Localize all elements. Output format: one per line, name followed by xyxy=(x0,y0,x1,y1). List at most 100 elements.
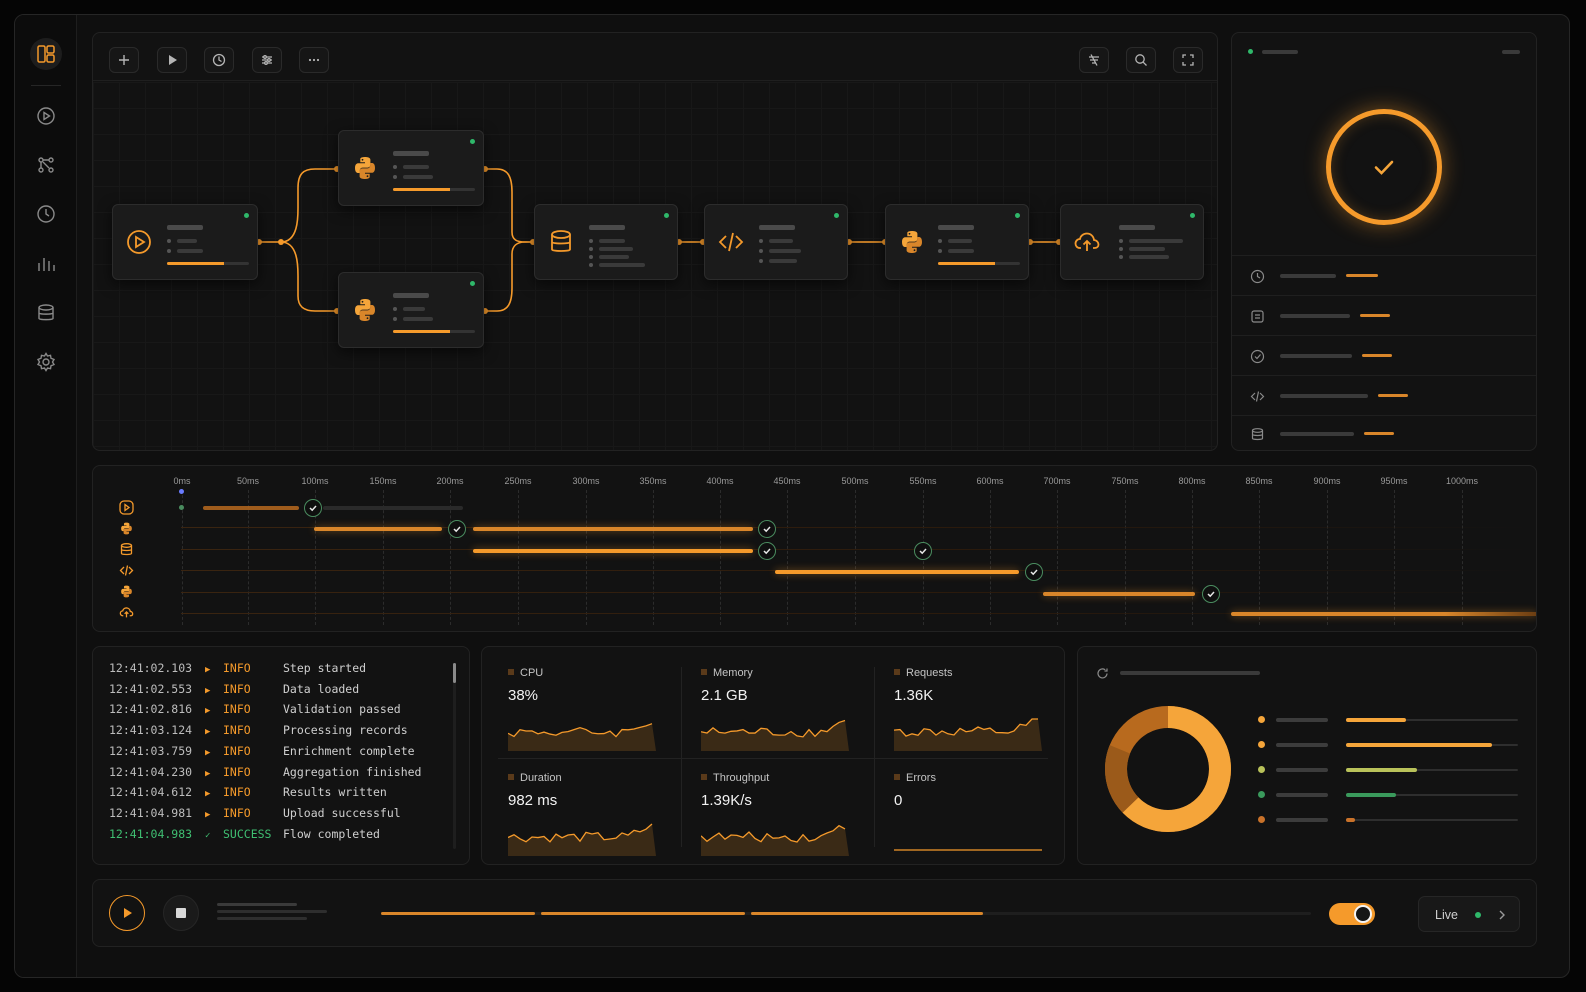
flow-node-python-a[interactable] xyxy=(338,130,484,206)
timeline-bar[interactable] xyxy=(203,506,299,510)
playhead-marker[interactable] xyxy=(179,489,184,494)
live-toggle[interactable] xyxy=(1329,903,1375,925)
workflow-icon[interactable] xyxy=(30,149,62,181)
database-icon[interactable] xyxy=(30,297,62,329)
flow-node-python-b[interactable] xyxy=(338,272,484,348)
timeline-tick-label: 250ms xyxy=(504,476,532,486)
flow-node-database[interactable] xyxy=(534,204,678,280)
legend-item[interactable] xyxy=(1258,765,1528,775)
refresh-icon[interactable] xyxy=(1096,667,1109,680)
cloud-upload-icon xyxy=(119,607,134,618)
node-progress xyxy=(393,188,475,191)
metric-throughput[interactable]: Throughput 1.39K/s xyxy=(691,764,871,864)
node-title-placeholder xyxy=(167,225,203,230)
layout-icon[interactable] xyxy=(30,38,62,70)
settings-icon[interactable] xyxy=(30,346,62,378)
flow-node-trigger[interactable] xyxy=(112,204,258,280)
play-button[interactable] xyxy=(109,895,145,931)
timeline-tick-label: 750ms xyxy=(1111,476,1139,486)
filter-button[interactable] xyxy=(1079,47,1109,73)
timeline-bar[interactable] xyxy=(775,570,1019,574)
live-button[interactable]: Live xyxy=(1418,896,1520,932)
fullscreen-button[interactable] xyxy=(1173,47,1203,73)
metric-errors[interactable]: Errors 0 xyxy=(884,764,1064,864)
timeline-bar-running[interactable] xyxy=(1231,612,1536,616)
legend-item[interactable] xyxy=(1258,790,1528,800)
log-line[interactable]: 12:41:02.553 ▶ INFO Data loaded xyxy=(109,682,359,696)
metric-value: 0 xyxy=(894,792,903,809)
log-scroll-thumb[interactable] xyxy=(453,663,456,683)
log-line[interactable]: 12:41:04.981 ▶ INFO Upload successful xyxy=(109,806,401,820)
log-line[interactable]: 12:41:02.103 ▶ INFO Step started xyxy=(109,661,366,675)
chart-icon[interactable] xyxy=(30,248,62,280)
legend-item[interactable] xyxy=(1258,815,1528,825)
timeline-gridline xyxy=(990,490,991,625)
detail-row-duration[interactable] xyxy=(1232,255,1536,295)
legend-bar-track xyxy=(1346,718,1518,722)
clock-icon[interactable] xyxy=(30,198,62,230)
legend-item[interactable] xyxy=(1258,715,1528,725)
step-complete-check xyxy=(1025,563,1043,581)
flow-node-python-c[interactable] xyxy=(885,204,1029,280)
add-button[interactable] xyxy=(109,47,139,73)
detail-row-code[interactable] xyxy=(1232,375,1536,415)
timeline-bar[interactable] xyxy=(1043,592,1195,596)
metric-duration[interactable]: Duration 982 ms xyxy=(498,764,678,864)
playback-progress[interactable] xyxy=(381,912,1311,915)
metric-cpu[interactable]: CPU 38% xyxy=(498,659,678,759)
search-icon xyxy=(1135,54,1147,66)
stop-icon xyxy=(176,908,186,918)
stop-button[interactable] xyxy=(163,895,199,931)
log-message: Flow completed xyxy=(283,826,380,841)
panel-title-placeholder xyxy=(1262,50,1298,54)
log-scrollbar[interactable] xyxy=(453,663,456,849)
search-button[interactable] xyxy=(1126,47,1156,73)
flow-node-upload[interactable] xyxy=(1060,204,1204,280)
log-line[interactable]: 12:41:03.759 ▶ INFO Enrichment complete xyxy=(109,744,415,758)
metric-memory[interactable]: Memory 2.1 GB xyxy=(691,659,871,759)
more-icon xyxy=(308,58,320,62)
timeline-tick-label: 800ms xyxy=(1178,476,1206,486)
bullet xyxy=(393,317,397,321)
settings-sliders-button[interactable] xyxy=(252,47,282,73)
detail-row-storage[interactable] xyxy=(1232,415,1536,450)
python-icon xyxy=(121,585,132,598)
play-circle-icon[interactable] xyxy=(30,100,62,132)
bullet xyxy=(393,175,397,179)
run-button[interactable] xyxy=(157,47,187,73)
list-icon xyxy=(1251,310,1264,323)
metric-requests[interactable]: Requests 1.36K xyxy=(884,659,1064,759)
panel-action-placeholder xyxy=(1502,50,1520,54)
canvas-area[interactable] xyxy=(93,82,1217,450)
detail-row-status[interactable] xyxy=(1232,335,1536,375)
timeline-bar[interactable] xyxy=(314,527,442,531)
timeline-bar[interactable] xyxy=(473,549,753,553)
python-icon xyxy=(121,522,132,535)
node-line-placeholder xyxy=(599,247,633,251)
detail-row-steps[interactable] xyxy=(1232,295,1536,335)
more-button[interactable] xyxy=(299,47,329,73)
metrics-divider xyxy=(874,667,875,847)
timeline-tick-label: 300ms xyxy=(572,476,600,486)
status-dot xyxy=(664,213,669,218)
flow-node-code[interactable] xyxy=(704,204,848,280)
log-line[interactable]: 12:41:03.124 ▶ INFO Processing records xyxy=(109,723,408,737)
history-button[interactable] xyxy=(204,47,234,73)
timeline-bar[interactable] xyxy=(473,527,753,531)
caret-right-icon: ▶ xyxy=(205,727,211,738)
legend-item[interactable] xyxy=(1258,740,1528,750)
node-progress xyxy=(393,330,475,333)
legend-label-placeholder xyxy=(1276,743,1328,747)
log-line[interactable]: 12:41:04.230 ▶ INFO Aggregation finished xyxy=(109,765,421,779)
log-level: INFO xyxy=(223,702,251,717)
log-line[interactable]: 12:41:04.612 ▶ INFO Results written xyxy=(109,785,387,799)
timeline-gridline xyxy=(1125,490,1126,625)
log-time: 12:41:04.983 xyxy=(109,826,193,841)
check-icon: ✓ xyxy=(205,830,211,841)
check-icon xyxy=(1374,160,1394,175)
log-line[interactable]: 12:41:02.816 ▶ INFO Validation passed xyxy=(109,702,401,716)
log-line[interactable]: 12:41:04.983 ✓ SUCCESS Flow completed xyxy=(109,827,380,841)
legend-bar-fill xyxy=(1346,793,1396,797)
bullet xyxy=(589,255,593,259)
bullet xyxy=(759,239,763,243)
